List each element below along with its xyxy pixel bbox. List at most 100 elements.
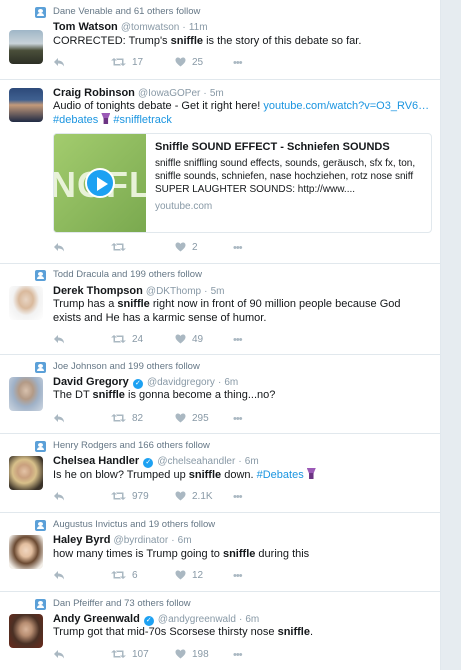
retweet-button[interactable]: 979	[111, 490, 149, 504]
retweet-count: 6	[132, 570, 138, 581]
heart-icon	[175, 649, 186, 659]
hashtag-debates[interactable]: #Debates	[257, 469, 304, 481]
tweet-header: Haley Byrd @byrdinator · 6m	[53, 533, 192, 548]
display-name[interactable]: Haley Byrd	[53, 534, 110, 546]
display-name[interactable]: Chelsea Handler	[53, 455, 139, 467]
text-segment: down.	[221, 469, 257, 481]
more-options-icon[interactable]: •••	[233, 241, 243, 255]
avatar[interactable]	[9, 456, 43, 490]
user-handle[interactable]: @davidgregory	[147, 377, 215, 388]
like-button[interactable]: 49	[175, 333, 203, 347]
tweet[interactable]: Dane Venable and 61 others follow Tom Wa…	[0, 0, 440, 80]
like-button[interactable]: 198	[175, 648, 209, 662]
avatar[interactable]	[9, 614, 43, 648]
follow-context-icon	[35, 7, 46, 18]
reply-icon[interactable]	[53, 569, 65, 583]
avatar[interactable]	[9, 88, 43, 122]
heart-icon	[175, 334, 186, 344]
tweet-actions: 24 49 •••	[53, 333, 353, 347]
reply-icon[interactable]	[53, 241, 65, 255]
display-name[interactable]: Derek Thompson	[53, 285, 143, 297]
display-name[interactable]: David Gregory	[53, 376, 129, 388]
like-button[interactable]: 2.1K	[175, 490, 213, 504]
reply-icon[interactable]	[53, 490, 65, 504]
tweet[interactable]: Todd Dracula and 199 others follow Derek…	[0, 264, 440, 355]
highlighted-term: sniffle	[188, 469, 222, 481]
timestamp[interactable]: 6m	[245, 614, 259, 625]
timestamp[interactable]: 5m	[210, 88, 224, 99]
tweet[interactable]: Craig Robinson @IowaGOPer · 5m Audio of …	[0, 80, 440, 264]
retweet-button[interactable]: 82	[111, 412, 143, 426]
separator-dot: ·	[204, 286, 208, 297]
tweet-header: Chelsea Handler ✓ @chelseahandler · 6m	[53, 454, 259, 469]
tweet[interactable]: Augustus Invictus and 19 others follow H…	[0, 513, 440, 592]
follow-context: Todd Dracula and 199 others follow	[53, 269, 202, 280]
more-options-icon[interactable]: •••	[233, 333, 243, 347]
reply-icon[interactable]	[53, 648, 65, 662]
like-button[interactable]: 25	[175, 56, 203, 70]
follow-context: Dan Pfeiffer and 73 others follow	[53, 598, 191, 609]
more-options-icon[interactable]: •••	[233, 648, 243, 662]
user-handle[interactable]: @andygreenwald	[158, 614, 236, 625]
timestamp[interactable]: 5m	[211, 286, 225, 297]
retweet-icon	[111, 414, 126, 423]
display-name[interactable]: Andy Greenwald	[53, 613, 140, 625]
retweet-button[interactable]: 6	[111, 569, 138, 583]
follow-context-icon	[35, 270, 46, 281]
user-handle[interactable]: @tomwatson	[121, 22, 180, 33]
timestamp[interactable]: 6m	[178, 535, 192, 546]
tweet-text: Is he on blow? Trumped up sniffle down. …	[53, 468, 428, 482]
avatar[interactable]	[9, 535, 43, 569]
retweet-button[interactable]: 17	[111, 56, 143, 70]
retweet-button[interactable]: 24	[111, 333, 143, 347]
avatar[interactable]	[9, 377, 43, 411]
retweet-button[interactable]: 107	[111, 648, 149, 662]
video-thumbnail[interactable]: NOFL	[54, 134, 146, 232]
text-segment: during this	[255, 548, 310, 560]
user-handle[interactable]: @chelseahandler	[157, 456, 235, 467]
retweet-icon	[111, 58, 126, 67]
timestamp[interactable]: 6m	[224, 377, 238, 388]
timestamp[interactable]: 6m	[245, 456, 259, 467]
more-options-icon[interactable]: •••	[233, 412, 243, 426]
timeline: Dane Venable and 61 others follow Tom Wa…	[0, 0, 441, 670]
tweet[interactable]: Henry Rodgers and 166 others follow Chel…	[0, 434, 440, 513]
user-handle[interactable]: @IowaGOPer	[138, 88, 200, 99]
follow-context-icon	[35, 599, 46, 610]
reply-icon[interactable]	[53, 56, 65, 70]
heart-icon	[175, 242, 186, 252]
display-name[interactable]: Craig Robinson	[53, 87, 135, 99]
like-button[interactable]: 12	[175, 569, 203, 583]
avatar[interactable]	[9, 286, 43, 320]
text-segment: Trump has a	[53, 298, 118, 310]
tweet-actions: 17 25 •••	[53, 56, 353, 70]
reply-icon[interactable]	[53, 333, 65, 347]
more-options-icon[interactable]: •••	[233, 56, 243, 70]
like-count: 12	[192, 570, 204, 581]
retweet-icon	[111, 492, 126, 501]
retweet-count: 979	[132, 491, 149, 502]
like-button[interactable]: 295	[175, 412, 209, 426]
separator-dot: ·	[171, 535, 175, 546]
user-handle[interactable]: @byrdinator	[114, 535, 169, 546]
card-description: sniffle sniffling sound effects, sounds,…	[155, 158, 416, 195]
retweet-count: 17	[132, 57, 144, 68]
timestamp[interactable]: 11m	[189, 22, 208, 33]
reply-icon[interactable]	[53, 412, 65, 426]
retweet-icon	[111, 335, 126, 344]
follow-context: Henry Rodgers and 166 others follow	[53, 440, 210, 451]
hashtag-debates[interactable]: #debates	[53, 114, 98, 126]
avatar[interactable]	[9, 30, 43, 64]
tweet-link[interactable]: youtube.com/watch?v=O3_RV6…	[263, 100, 429, 112]
tweet[interactable]: Joe Johnson and 199 others follow David …	[0, 355, 440, 434]
more-options-icon[interactable]: •••	[233, 569, 243, 583]
display-name[interactable]: Tom Watson	[53, 21, 118, 33]
more-options-icon[interactable]: •••	[233, 490, 243, 504]
retweet-button[interactable]	[111, 241, 132, 255]
like-count: 49	[192, 334, 204, 345]
link-preview-card[interactable]: NOFL Sniffle SOUND EFFECT - Schniefen SO…	[53, 133, 432, 233]
hashtag-sniffletrack[interactable]: #sniffletrack	[113, 114, 172, 126]
user-handle[interactable]: @DKThomp	[146, 286, 201, 297]
tweet[interactable]: Dan Pfeiffer and 73 others follow Andy G…	[0, 592, 440, 670]
like-button[interactable]: 2	[175, 241, 198, 255]
